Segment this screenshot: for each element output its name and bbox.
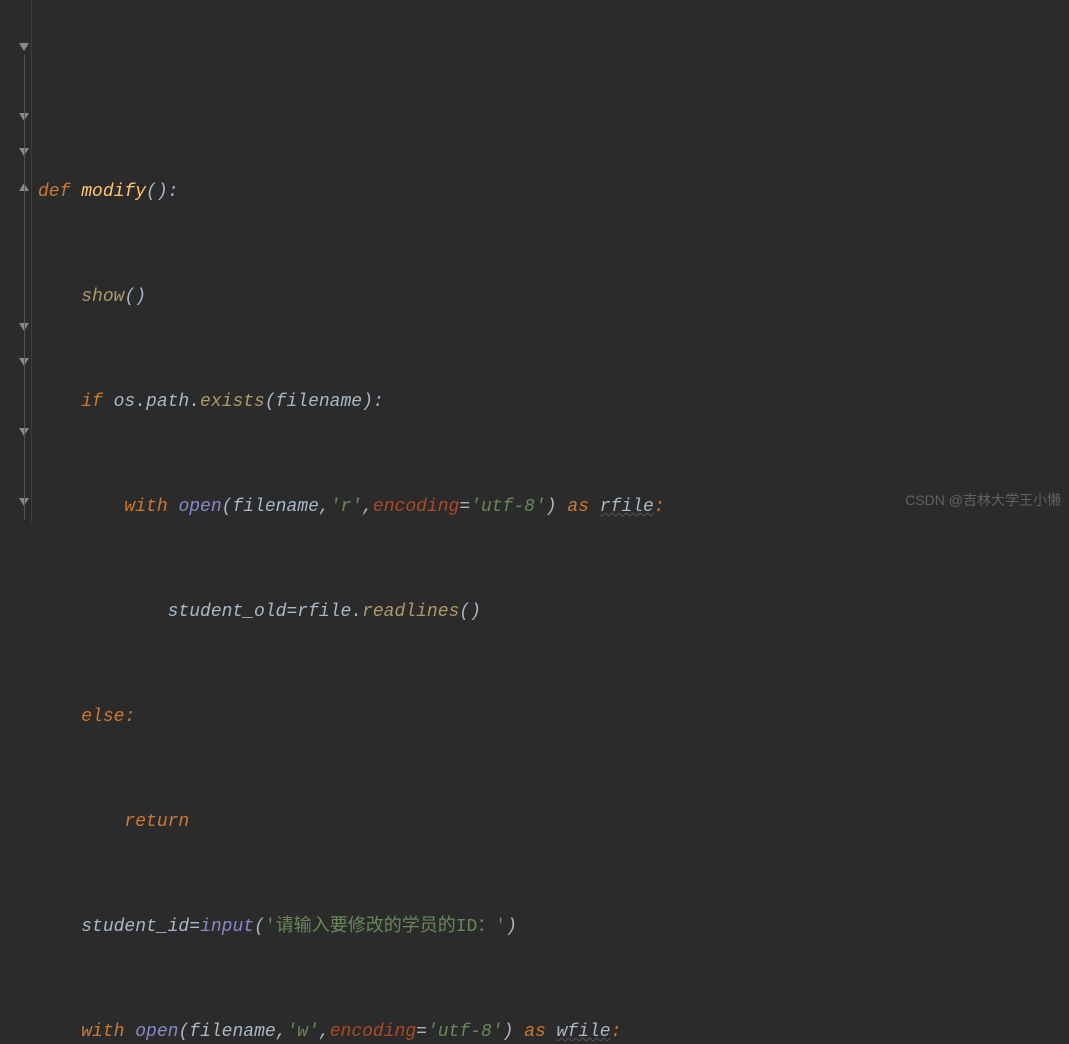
gutter (0, 0, 32, 522)
code-line: student_old=rfile.readlines() (38, 595, 665, 630)
code-line (38, 70, 665, 105)
fold-icon[interactable] (18, 42, 30, 54)
code-line: return (38, 805, 665, 840)
code-line: student_id=input('请输入要修改的学员的ID：') (38, 910, 665, 945)
code-line: if os.path.exists(filename): (38, 385, 665, 420)
code-area[interactable]: def modify(): show() if os.path.exists(f… (32, 0, 665, 522)
watermark: CSDN @吉林大学王小懒 (905, 483, 1061, 518)
code-line: show() (38, 280, 665, 315)
code-line: with open(filename,'w',encoding='utf-8')… (38, 1015, 665, 1044)
code-line: else: (38, 700, 665, 735)
code-editor[interactable]: def modify(): show() if os.path.exists(f… (0, 0, 1069, 522)
code-line: def modify(): (38, 175, 665, 210)
code-line: with open(filename,'r',encoding='utf-8')… (38, 490, 665, 525)
